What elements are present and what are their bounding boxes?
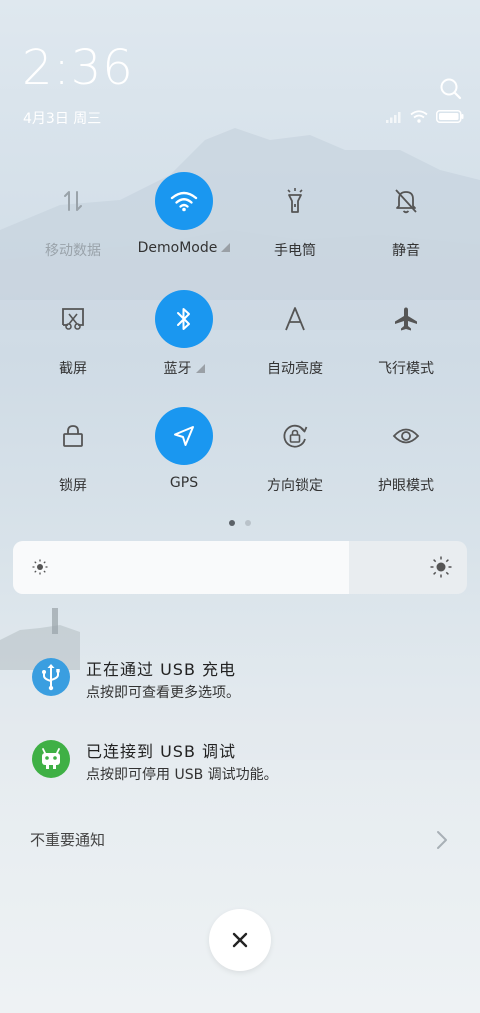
airplane-icon <box>377 290 435 348</box>
minor-notifications-link[interactable]: 不重要通知 <box>30 829 105 850</box>
toggle-label: 方向锁定 <box>267 478 323 494</box>
toggle-label: GPS <box>169 475 199 491</box>
usb-icon <box>32 658 70 696</box>
status-bar: 2:36 4月3日 周三 <box>0 0 480 140</box>
toggle-label: 锁屏 <box>59 478 87 494</box>
toggle-gps[interactable]: GPS <box>129 407 239 507</box>
wifi-status-icon <box>410 110 428 123</box>
clear-all-button[interactable] <box>209 909 271 971</box>
notification-title: 正在通过 USB 充电 <box>86 660 237 679</box>
flashlight-icon <box>266 172 324 230</box>
toggle-label: 移动数据 <box>45 243 101 259</box>
page-dot-active[interactable] <box>229 520 235 526</box>
lock-icon <box>44 407 102 465</box>
page-indicator <box>0 520 480 526</box>
toggle-wifi[interactable]: DemoMode <box>129 172 239 272</box>
screenshot-icon <box>44 290 102 348</box>
toggle-airplane[interactable]: 飞行模式 <box>351 290 461 390</box>
date-text: 4月3日 周三 <box>23 111 102 127</box>
android-icon <box>32 740 70 778</box>
toggle-label: 护眼模式 <box>378 478 434 494</box>
rotation-lock-icon <box>266 407 324 465</box>
toggle-label: 手电筒 <box>274 243 316 259</box>
mute-bell-icon <box>377 172 435 230</box>
toggle-label: 自动亮度 <box>267 361 323 377</box>
notification-text: 点按即可查看更多选项。 <box>86 685 240 701</box>
toggle-mobile-data[interactable]: 移动数据 <box>18 172 128 272</box>
toggle-mute[interactable]: 静音 <box>351 172 461 272</box>
brightness-slider[interactable] <box>13 541 467 594</box>
clock: 2:36 <box>22 40 134 96</box>
search-icon[interactable] <box>438 76 464 102</box>
notification-usb-debugging[interactable]: 已连接到 USB 调试 点按即可停用 USB 调试功能。 <box>0 740 480 800</box>
bluetooth-icon <box>155 290 213 348</box>
gps-icon <box>155 407 213 465</box>
toggle-eye-protection[interactable]: 护眼模式 <box>351 407 461 507</box>
brightness-fill <box>13 541 349 594</box>
toggle-rotation-lock[interactable]: 方向锁定 <box>240 407 350 507</box>
auto-brightness-icon <box>266 290 324 348</box>
brightness-high-icon <box>430 556 452 578</box>
eye-icon <box>377 407 435 465</box>
toggle-screenshot[interactable]: 截屏 <box>18 290 128 390</box>
brightness-low-icon <box>32 559 48 575</box>
expand-triangle-icon <box>195 364 205 373</box>
toggle-label: 蓝牙 <box>129 358 239 378</box>
toggle-lock-screen[interactable]: 锁屏 <box>18 407 128 507</box>
battery-icon <box>436 110 464 123</box>
chevron-right-icon[interactable] <box>436 830 448 850</box>
expand-triangle-icon <box>221 243 231 252</box>
toggle-label: 截屏 <box>59 361 87 377</box>
toggle-label: 静音 <box>392 243 420 259</box>
close-icon <box>232 932 248 948</box>
notification-usb-charging[interactable]: 正在通过 USB 充电 点按即可查看更多选项。 <box>0 658 480 718</box>
page-dot[interactable] <box>245 520 251 526</box>
mobile-data-icon <box>44 172 102 230</box>
toggle-auto-brightness[interactable]: 自动亮度 <box>240 290 350 390</box>
notification-title: 已连接到 USB 调试 <box>86 742 237 761</box>
notification-text: 点按即可停用 USB 调试功能。 <box>86 767 278 783</box>
system-icons <box>386 110 464 123</box>
wifi-icon <box>155 172 213 230</box>
toggle-bluetooth[interactable]: 蓝牙 <box>129 290 239 390</box>
toggle-label: 飞行模式 <box>378 361 434 377</box>
signal-icon <box>386 111 401 123</box>
toggle-label: DemoMode <box>129 240 239 256</box>
toggle-flashlight[interactable]: 手电筒 <box>240 172 350 272</box>
